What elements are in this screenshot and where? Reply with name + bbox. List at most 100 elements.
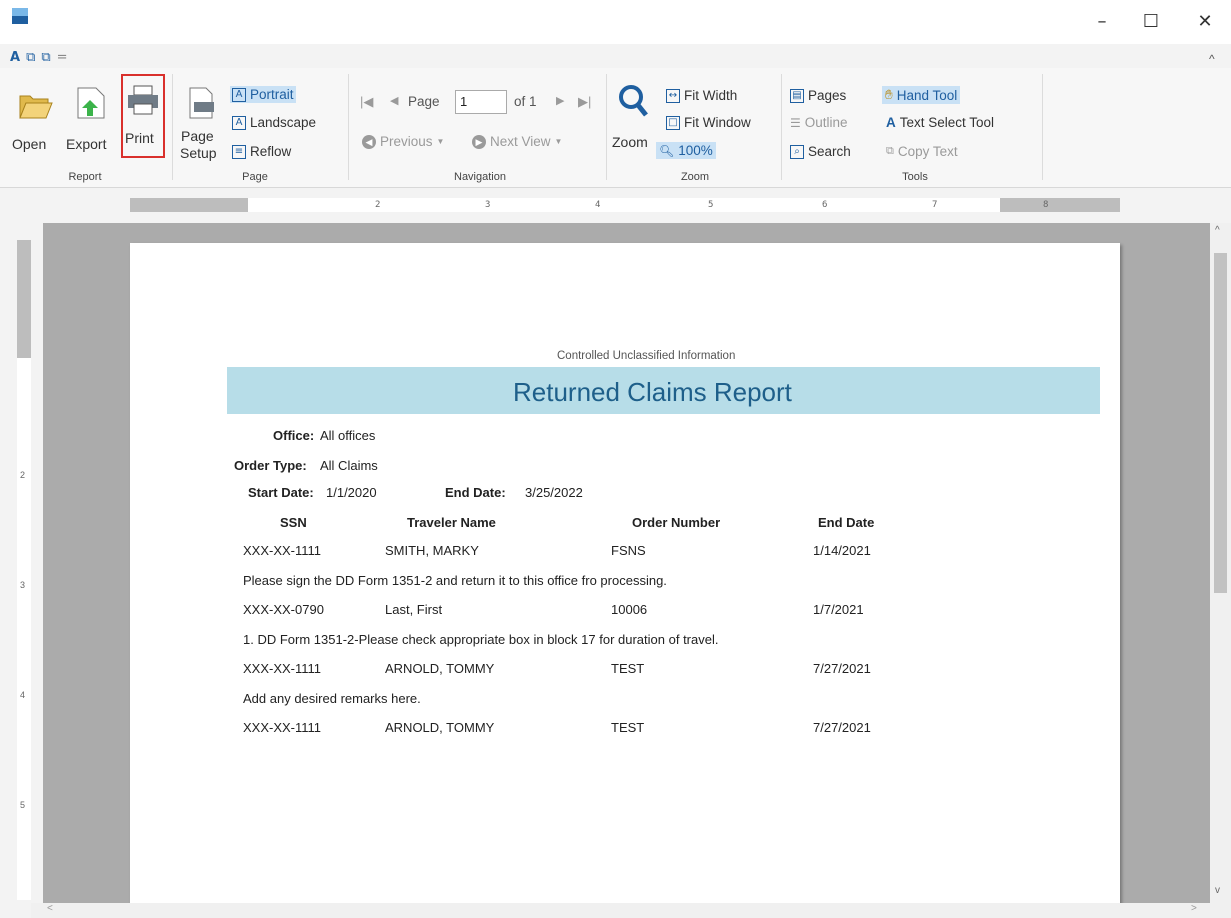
fit-window-label: Fit Window — [684, 115, 751, 130]
traveler-name-cell: Last, First — [385, 602, 443, 617]
preview-icon[interactable]: ⧉ — [26, 50, 35, 66]
preview-alt-icon[interactable]: ⧉ — [41, 50, 50, 66]
copy-icon: ⧉ — [886, 145, 894, 157]
app-icon — [12, 8, 28, 24]
fit-width-label: Fit Width — [684, 88, 738, 103]
hand-icon: ✋︎ — [885, 87, 893, 102]
landscape-icon: A — [232, 115, 246, 130]
order-number-cell: 10006 — [611, 602, 648, 617]
print-button[interactable]: Print — [121, 74, 165, 158]
pages-label: Pages — [808, 88, 847, 103]
column-header-traveler-name: Traveler Name — [407, 515, 496, 530]
previous-view-button[interactable]: ◀ Previous ▼ — [362, 134, 444, 149]
scroll-down-arrow[interactable]: v — [1215, 885, 1220, 896]
ruler-margin-top — [17, 240, 31, 358]
navigation-group-label: Navigation — [454, 171, 506, 183]
order-type-value: All Claims — [320, 458, 378, 473]
zoom-label: Zoom — [612, 134, 648, 150]
office-label: Office: — [273, 428, 315, 443]
next-view-button[interactable]: ▶ Next View ▼ — [472, 134, 562, 149]
fit-window-button[interactable]: □ Fit Window — [666, 115, 751, 130]
report-group-label: Report — [68, 171, 102, 183]
vertical-ruler: 2 3 4 5 — [17, 240, 31, 900]
end-date-cell: 1/14/2021 — [813, 543, 871, 558]
end-date-cell: 7/27/2021 — [813, 661, 871, 676]
portrait-label: Portrait — [250, 87, 294, 102]
column-header-ssn: SSN — [280, 515, 307, 530]
fit-window-icon: □ — [666, 115, 680, 130]
tools-group-label: Tools — [902, 171, 928, 183]
printer-icon — [128, 85, 158, 115]
previous-page-button[interactable]: ◀ — [390, 94, 398, 107]
zoom-group-label: Zoom — [680, 171, 710, 183]
text-select-tool-button[interactable]: A Text Select Tool — [886, 115, 994, 130]
order-number-cell: TEST — [611, 720, 645, 735]
vertical-scrollbar[interactable]: ^ v — [1210, 223, 1231, 903]
maximize-button[interactable]: ☐ — [1139, 10, 1163, 34]
outline-icon: ☰ — [790, 115, 801, 130]
order-number-cell: TEST — [611, 661, 645, 676]
minimize-button[interactable]: – — [1090, 10, 1114, 34]
scroll-up-arrow[interactable]: ^ — [1215, 225, 1220, 236]
zoom-100-button[interactable]: 🔍︎ 100% — [656, 142, 716, 159]
hand-tool-button[interactable]: ✋︎ Hand Tool — [882, 86, 961, 104]
scroll-left-arrow[interactable]: < — [47, 903, 53, 914]
landscape-label: Landscape — [250, 115, 317, 130]
zoom-button[interactable]: Zoom — [612, 78, 660, 162]
text-select-icon: A — [886, 115, 896, 130]
pages-button[interactable]: ▤ Pages — [790, 88, 846, 103]
ssn-cell: XXX-XX-1111 — [243, 661, 322, 676]
search-button[interactable]: ⌕ Search — [790, 144, 851, 159]
traveler-name-cell: ARNOLD, TOMMY — [385, 661, 495, 676]
next-page-button[interactable]: ▶ — [556, 94, 564, 107]
ruler-tick-label: 5 — [20, 800, 26, 810]
horizontal-ruler: 2 3 4 5 6 7 8 — [130, 198, 1120, 212]
print-label: Print — [125, 130, 154, 146]
start-date-value: 1/1/2020 — [326, 485, 377, 500]
page-setup-label-2: Setup — [180, 145, 217, 161]
ruler-tick-label: 3 — [485, 200, 491, 210]
outline-button[interactable]: ☰ Outline — [790, 115, 848, 130]
end-date-label: End Date: — [445, 485, 506, 500]
landscape-button[interactable]: A Landscape — [232, 115, 316, 130]
portrait-button[interactable]: A Portrait — [230, 86, 296, 103]
customize-quick-access-icon[interactable]: = — [57, 50, 68, 66]
ruler-tick-label: 4 — [20, 690, 26, 700]
scroll-thumb[interactable] — [1214, 253, 1227, 593]
page-number-input[interactable]: 1 — [455, 90, 507, 114]
ruler-margin-right — [1000, 198, 1120, 212]
separator — [172, 74, 173, 180]
scroll-right-arrow[interactable]: > — [1191, 903, 1197, 914]
separator — [348, 74, 349, 180]
close-button[interactable]: ✕ — [1193, 10, 1217, 34]
order-number-cell: FSNS — [611, 543, 646, 558]
export-button[interactable]: Export — [64, 78, 118, 158]
last-page-button[interactable]: ▶| — [578, 94, 591, 110]
ribbon-collapse-icon[interactable]: ^ — [1209, 52, 1215, 66]
page-setup-button[interactable]: Page Setup — [178, 78, 224, 162]
page-count-label: of 1 — [514, 94, 537, 109]
traveler-name-cell: ARNOLD, TOMMY — [385, 720, 495, 735]
office-value: All offices — [320, 428, 376, 443]
reflow-button[interactable]: ≡ Reflow — [232, 144, 291, 159]
title-bar: – ☐ ✕ — [0, 0, 1231, 44]
outline-label: Outline — [804, 115, 848, 130]
copy-text-button[interactable]: ⧉ Copy Text — [886, 144, 958, 159]
end-date-cell: 1/7/2021 — [813, 602, 864, 617]
search-icon: ⌕ — [790, 144, 804, 159]
first-page-button[interactable]: |◀ — [360, 94, 373, 110]
report-title: Returned Claims Report — [513, 377, 792, 407]
portrait-icon: A — [232, 87, 246, 102]
reflow-label: Reflow — [250, 144, 292, 159]
text-icon[interactable]: A — [10, 50, 20, 66]
fit-width-button[interactable]: ↔ Fit Width — [666, 88, 737, 103]
open-button[interactable]: Open — [10, 78, 60, 158]
horizontal-scrollbar[interactable]: < > — [31, 903, 1231, 918]
hand-tool-label: Hand Tool — [896, 87, 958, 103]
text-select-tool-label: Text Select Tool — [899, 115, 995, 130]
search-label: Search — [808, 144, 851, 159]
separator — [606, 74, 607, 180]
remark-text: 1. DD Form 1351-2-Please check appropria… — [243, 632, 719, 647]
fit-width-icon: ↔ — [666, 88, 680, 103]
column-header-order-number: Order Number — [632, 515, 721, 530]
